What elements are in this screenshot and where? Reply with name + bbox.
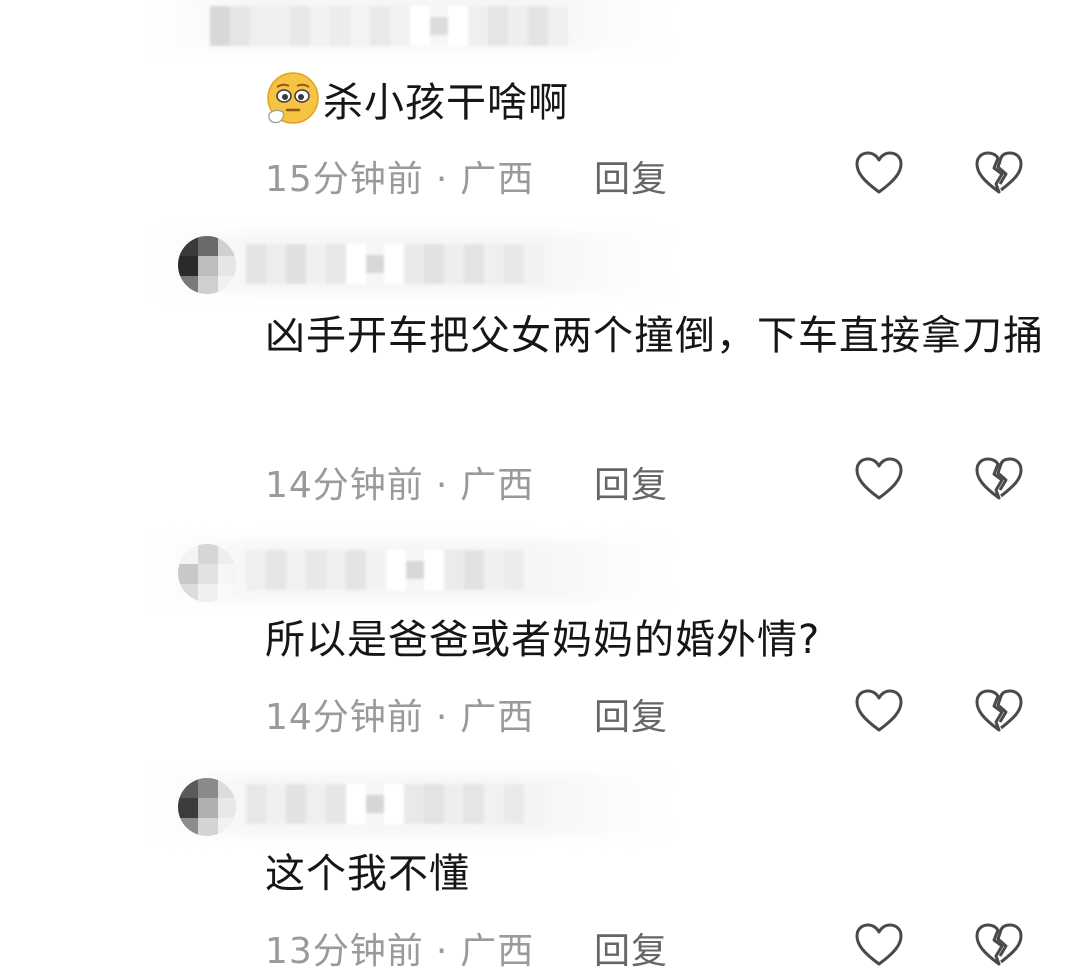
username-blurred[interactable] <box>246 784 544 824</box>
comment-meta: 14分钟前 · 广西 <box>265 456 534 508</box>
reply-button[interactable]: 回复 <box>594 150 668 202</box>
reply-button[interactable]: 回复 <box>594 688 668 740</box>
meta-separator: · <box>435 931 449 972</box>
avatar[interactable] <box>178 778 236 836</box>
comment-meta: 14分钟前 · 广西 <box>265 688 534 740</box>
comment-time: 13分钟前 <box>265 931 424 972</box>
comment-item: 这个我不懂 13分钟前 · 广西 回复 <box>0 774 1079 974</box>
heart-outline-icon[interactable] <box>854 922 904 968</box>
heart-outline-icon[interactable] <box>854 688 904 734</box>
comment-location: 广西 <box>460 465 535 506</box>
comment-text: 凶手开车把父女两个撞倒，下车直接拿刀捅 <box>265 313 1044 359</box>
broken-heart-outline-icon[interactable] <box>974 922 1024 968</box>
heart-outline-icon[interactable] <box>854 456 904 502</box>
comment-meta: 15分钟前 · 广西 <box>265 150 534 202</box>
comment-location: 广西 <box>460 697 535 738</box>
comment-location: 广西 <box>460 159 535 200</box>
meta-separator: · <box>435 465 449 506</box>
reply-button[interactable]: 回复 <box>594 922 668 974</box>
comment-meta: 13分钟前 · 广西 <box>265 922 534 974</box>
comment-text: 杀小孩干啥啊 <box>265 70 1045 135</box>
username-blurred[interactable] <box>246 550 524 590</box>
comment-text: 所以是爸爸或者妈妈的婚外情? <box>265 617 821 663</box>
comment-time: 14分钟前 <box>265 697 424 738</box>
pleading-face-emoji <box>267 72 319 124</box>
comment-item: 凶手开车把父女两个撞倒，下车直接拿刀捅 14分钟前 · 广西 回复 <box>0 232 1079 532</box>
username-blurred[interactable] <box>210 6 568 46</box>
avatar[interactable] <box>178 236 236 294</box>
heart-outline-icon[interactable] <box>854 150 904 196</box>
comment-location: 广西 <box>460 931 535 972</box>
broken-heart-outline-icon[interactable] <box>974 688 1024 734</box>
comment-time: 14分钟前 <box>265 465 424 506</box>
comment-header-blurred <box>150 774 670 844</box>
username-blurred[interactable] <box>246 244 544 284</box>
meta-separator: · <box>435 697 449 738</box>
comment-item: 杀小孩干啥啊 15分钟前 · 广西 回复 <box>0 0 1079 230</box>
broken-heart-outline-icon[interactable] <box>974 150 1024 196</box>
comment-text: 这个我不懂 <box>265 851 470 897</box>
comment-header-blurred <box>150 0 670 58</box>
broken-heart-outline-icon[interactable] <box>974 456 1024 502</box>
meta-separator: · <box>435 159 449 200</box>
avatar[interactable] <box>178 544 236 602</box>
comment-item: 所以是爸爸或者妈妈的婚外情? 14分钟前 · 广西 回复 <box>0 540 1079 770</box>
comment-time: 15分钟前 <box>265 159 424 200</box>
comment-header-blurred <box>150 540 670 610</box>
comment-header-blurred <box>150 232 670 302</box>
reply-button[interactable]: 回复 <box>594 456 668 508</box>
